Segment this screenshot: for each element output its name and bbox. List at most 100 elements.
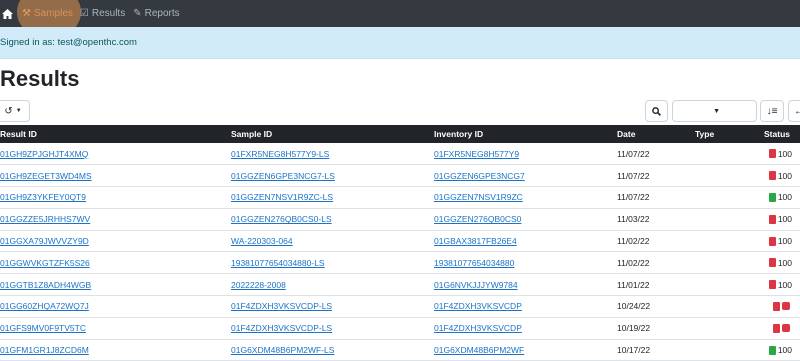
table-row: 01GGZZE5JRHHS7WV 01GGZEN276QB0CS0-LS 01GGZ…: [0, 208, 800, 231]
status-value: 100: [777, 148, 792, 159]
date-cell: 11/02/22: [617, 236, 650, 247]
date-cell: 11/07/22: [617, 170, 650, 181]
header-type[interactable]: Type: [695, 125, 747, 143]
nav-reports-label: Reports: [144, 8, 180, 19]
file-excel-icon[interactable]: [768, 345, 776, 355]
status-cell: 100: [747, 171, 800, 181]
header-result-id[interactable]: Result ID: [0, 125, 231, 143]
type-cell: [695, 230, 747, 252]
inventory-id-link[interactable]: 01F4ZDXH3VKSVCDP: [434, 323, 522, 333]
inventory-id-link[interactable]: 01GBAX3817FB26E4: [434, 236, 517, 246]
sort-button[interactable]: ↓≡: [760, 100, 784, 122]
status-cell: 100: [747, 280, 800, 290]
nav-reports[interactable]: ✎ Reports: [133, 0, 179, 27]
status-cell: [747, 323, 800, 333]
result-id-link[interactable]: 01GGZZE5JRHHS7WV: [0, 214, 90, 224]
result-id-link[interactable]: 01GG60ZHQA72WQ7J: [0, 301, 89, 311]
type-cell: [695, 252, 747, 274]
home-link[interactable]: [0, 0, 16, 27]
inventory-id-link[interactable]: 01GGZEN7NSV1R9ZC: [434, 192, 523, 202]
result-id-link[interactable]: 01GH9ZPJGHJT4XMQ: [0, 149, 88, 159]
table-row: 01GG60ZHQA72WQ7J 01F4ZDXH3VKSVCDP-LS 01F4Z…: [0, 296, 800, 318]
file-excel-icon[interactable]: [768, 192, 776, 202]
signin-text: Signed in as: test@openthc.com: [0, 37, 137, 48]
arrow-left-icon: ←: [794, 105, 800, 117]
history-dropdown-button[interactable]: ↺ ▼: [0, 100, 30, 122]
status-cell: 100: [747, 192, 800, 202]
inventory-id-link[interactable]: 01G6NVKJJJYW9784: [434, 280, 518, 290]
table-row: 01GGTB1Z8ADH4WGB 2022228-2008 01G6NVKJJJYW…: [0, 274, 800, 296]
sort-icon: ↓≡: [766, 105, 778, 117]
nav-samples[interactable]: ⚒ Samples: [22, 0, 73, 27]
table-row: 01GH9Z3YKFEY0QT9 01GGZEN7NSV1R9ZC-LS 01GGZ…: [0, 187, 800, 209]
type-cell: [695, 165, 747, 187]
sample-id-link[interactable]: 01F4ZDXH3VKSVCDP-LS: [231, 323, 332, 333]
status-value: 100: [777, 279, 792, 290]
status-cell: 100: [747, 149, 800, 159]
file-pdf-icon[interactable]: [773, 323, 780, 333]
inventory-id-link[interactable]: 01F4ZDXH3VKSVCDP: [434, 301, 522, 311]
file-pdf-icon[interactable]: [768, 149, 776, 159]
header-date[interactable]: Date: [617, 125, 695, 143]
sample-id-link[interactable]: 01GGZEN6GPE3NCG7-LS: [231, 171, 335, 181]
sample-id-link[interactable]: 01F4ZDXH3VKSVCDP-LS: [231, 301, 332, 311]
header-sample-id[interactable]: Sample ID: [231, 125, 434, 143]
table-row: 01GH9ZPJGHJT4XMQ 01FXR5NEG8H577Y9-LS 01FXR…: [0, 143, 800, 165]
status-value: 100: [777, 257, 792, 268]
check-square-icon[interactable]: [782, 302, 790, 311]
header-status[interactable]: Status: [747, 125, 800, 143]
file-pdf-icon[interactable]: [768, 280, 776, 290]
inventory-id-link[interactable]: 01FXR5NEG8H577Y9: [434, 149, 519, 159]
inventory-id-link[interactable]: 01GGZEN6GPE3NCG7: [434, 171, 525, 181]
sample-id-link[interactable]: WA-220303-064: [231, 236, 293, 246]
file-pdf-icon[interactable]: [773, 301, 780, 311]
filter-select[interactable]: ▼: [672, 100, 757, 122]
table-row: 01GFS9MV0F9TV5TC 01F4ZDXH3VKSVCDP-LS 01F4Z…: [0, 317, 800, 340]
check-square-icon[interactable]: [782, 324, 790, 333]
date-cell: 11/01/22: [617, 279, 650, 290]
date-cell: 10/24/22: [617, 301, 651, 312]
type-cell: [695, 296, 747, 318]
sample-id-link[interactable]: 01GGZEN276QB0CS0-LS: [231, 214, 332, 224]
result-id-link[interactable]: 01GGWVKGTZFK5S26: [0, 258, 90, 268]
status-value: 100: [777, 192, 792, 203]
status-cell: 100: [747, 214, 800, 224]
result-id-link[interactable]: 01GH9ZEGET3WD4MS: [0, 171, 92, 181]
check-square-icon: ☑: [79, 8, 89, 19]
type-cell: [695, 143, 747, 165]
status-cell: 100: [747, 258, 800, 268]
inventory-id-link[interactable]: 19381077654034880: [434, 258, 514, 268]
date-cell: 10/17/22: [617, 345, 651, 356]
top-navbar: ⚒ Samples ☑ Results ✎ Reports: [0, 0, 800, 39]
result-id-link[interactable]: 01GH9Z3YKFEY0QT9: [0, 192, 86, 202]
table-row: 01GGWVKGTZFK5S26 19381077654034880-LS 1938…: [0, 252, 800, 274]
sample-id-link[interactable]: 01FXR5NEG8H577Y9-LS: [231, 149, 329, 159]
status-cell: [747, 301, 800, 311]
file-pdf-icon[interactable]: [768, 171, 776, 181]
file-pdf-icon[interactable]: [768, 236, 776, 246]
date-cell: 11/03/22: [617, 214, 650, 225]
file-pdf-icon[interactable]: [768, 214, 776, 224]
header-inventory-id[interactable]: Inventory ID: [434, 125, 617, 143]
status-value: 100: [777, 236, 792, 247]
search-button[interactable]: [645, 100, 668, 122]
sample-id-link[interactable]: 19381077654034880-LS: [231, 258, 325, 268]
date-cell: 10/19/22: [617, 323, 651, 334]
result-id-link[interactable]: 01GFS9MV0F9TV5TC: [0, 323, 86, 333]
sample-id-link[interactable]: 01GGZEN7NSV1R9ZC-LS: [231, 192, 333, 202]
sample-id-link[interactable]: 2022228-2008: [231, 280, 286, 290]
type-cell: [695, 274, 747, 296]
result-id-link[interactable]: 01GGXA79JWVVZY9D: [0, 236, 89, 246]
date-cell: 11/07/22: [617, 192, 650, 203]
file-signature-icon: ✎: [133, 8, 142, 19]
result-id-link[interactable]: 01GGTB1Z8ADH4WGB: [0, 280, 91, 290]
table-header-row: Result ID Sample ID Inventory ID Date Ty…: [0, 125, 800, 143]
inventory-id-link[interactable]: 01GGZEN276QB0CS0: [434, 214, 521, 224]
table-row: 01GFM1GR1J8ZCD6M 01G6XDM48B6PM2WF-LS 01G6X…: [0, 339, 800, 361]
caret-down-icon: ▼: [15, 108, 22, 114]
file-pdf-icon[interactable]: [768, 258, 776, 268]
prev-button[interactable]: ←: [788, 100, 800, 122]
nav-results[interactable]: ☑ Results: [80, 0, 125, 27]
toolbar: ↺ ▼ ▼ ↓≡ ←: [0, 100, 800, 122]
history-icon: ↺: [4, 105, 13, 117]
